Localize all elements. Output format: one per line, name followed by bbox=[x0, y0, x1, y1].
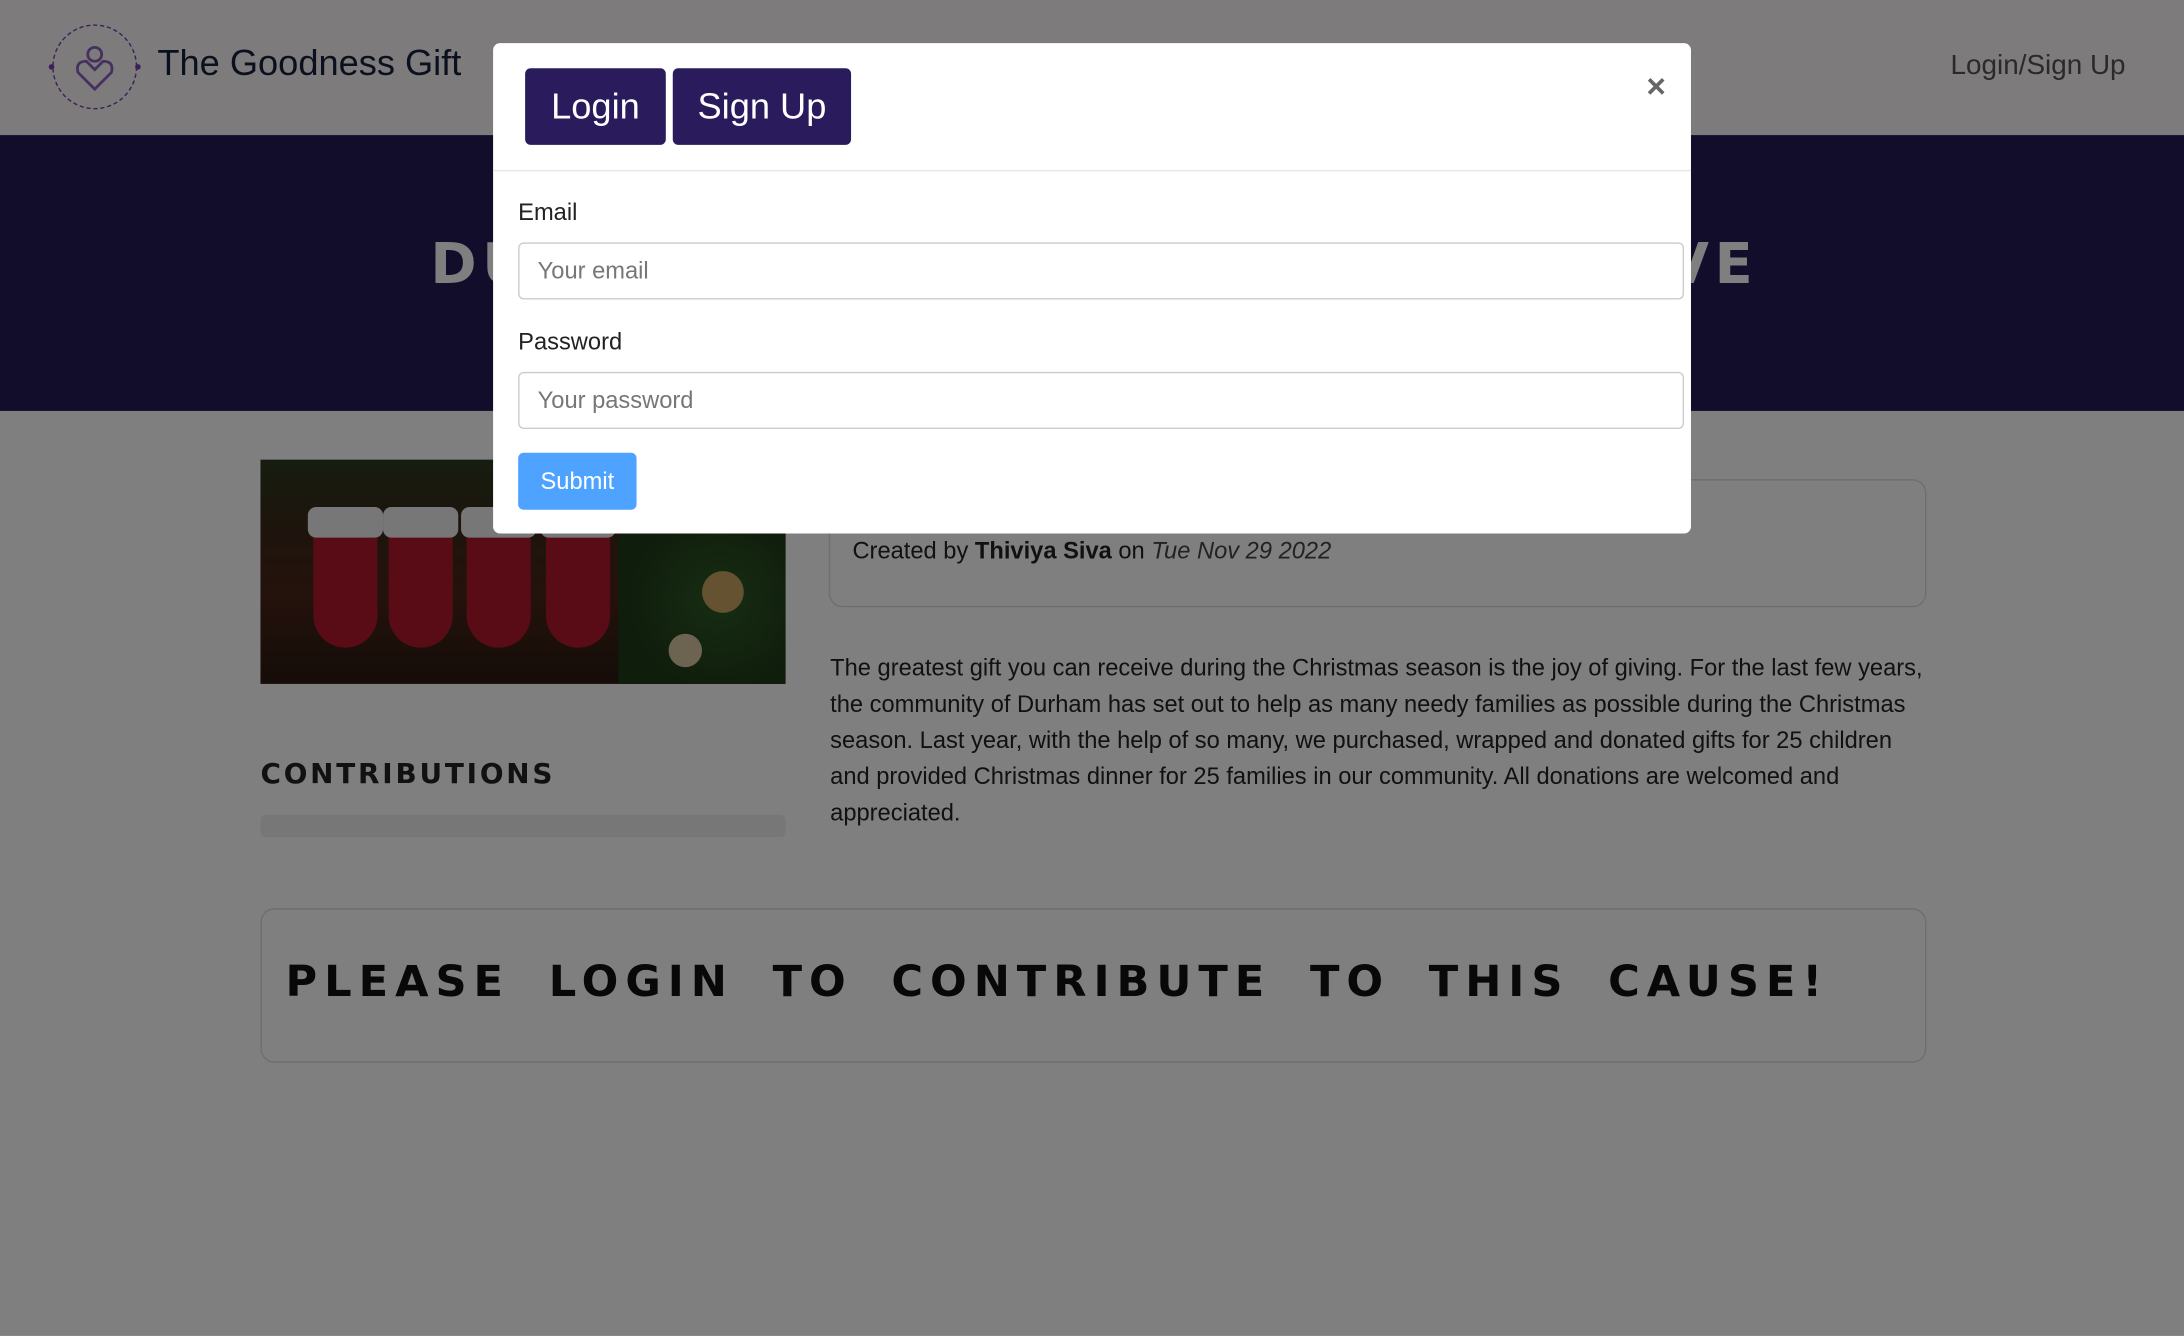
password-field[interactable] bbox=[518, 371, 1685, 430]
tab-sign-up[interactable]: Sign Up bbox=[672, 68, 852, 145]
email-label: Email bbox=[518, 199, 578, 226]
password-label: Password bbox=[518, 328, 623, 356]
modal-header: Login Sign Up × bbox=[493, 43, 1691, 172]
close-icon[interactable]: × bbox=[1646, 68, 1666, 107]
email-field[interactable] bbox=[518, 242, 1685, 300]
submit-button[interactable]: Submit bbox=[518, 452, 637, 510]
tab-login[interactable]: Login bbox=[525, 68, 666, 145]
login-modal: Login Sign Up × Email Password Submit bbox=[493, 43, 1691, 534]
